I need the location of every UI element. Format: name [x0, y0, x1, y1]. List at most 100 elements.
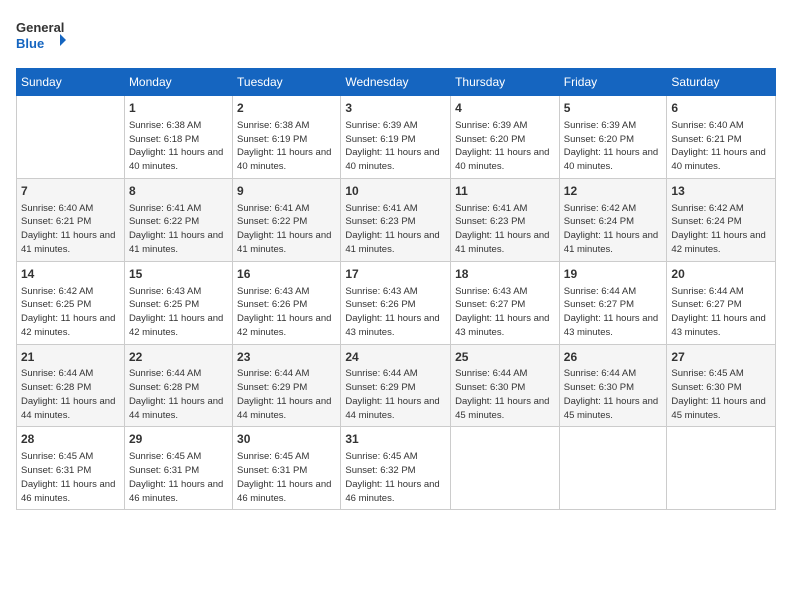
- weekday-header-row: SundayMondayTuesdayWednesdayThursdayFrid…: [17, 69, 776, 96]
- weekday-header-saturday: Saturday: [667, 69, 776, 96]
- day-number: 20: [671, 266, 771, 283]
- day-number: 21: [21, 349, 120, 366]
- day-info: Sunrise: 6:43 AMSunset: 6:26 PMDaylight:…: [237, 285, 336, 340]
- day-number: 16: [237, 266, 336, 283]
- day-number: 19: [564, 266, 663, 283]
- day-number: 1: [129, 100, 228, 117]
- day-info: Sunrise: 6:39 AMSunset: 6:19 PMDaylight:…: [345, 119, 446, 174]
- day-number: 24: [345, 349, 446, 366]
- calendar-cell: 20 Sunrise: 6:44 AMSunset: 6:27 PMDayligh…: [667, 261, 776, 344]
- calendar-cell: [451, 427, 560, 510]
- week-row-4: 21Sunrise: 6:44 AMSunset: 6:28 PMDayligh…: [17, 344, 776, 427]
- calendar-container: General Blue SundayMondayTuesdayWednesda…: [0, 0, 792, 612]
- calendar-cell: 17 Sunrise: 6:43 AMSunset: 6:26 PMDayligh…: [341, 261, 451, 344]
- day-info: Sunrise: 6:41 AMSunset: 6:22 PMDaylight:…: [129, 202, 228, 257]
- calendar-cell: 12 Sunrise: 6:42 AMSunset: 6:24 PMDayligh…: [559, 178, 667, 261]
- day-number: 14: [21, 266, 120, 283]
- day-info: Sunrise: 6:38 AMSunset: 6:18 PMDaylight:…: [129, 119, 228, 174]
- calendar-cell: 15 Sunrise: 6:43 AMSunset: 6:25 PMDayligh…: [124, 261, 232, 344]
- day-number: 5: [564, 100, 663, 117]
- day-info: Sunrise: 6:44 AMSunset: 6:29 PMDaylight:…: [237, 367, 336, 422]
- calendar-cell: 28 Sunrise: 6:45 AMSunset: 6:31 PMDayligh…: [17, 427, 125, 510]
- day-info: Sunrise: 6:41 AMSunset: 6:22 PMDaylight:…: [237, 202, 336, 257]
- day-number: 13: [671, 183, 771, 200]
- calendar-cell: 1 Sunrise: 6:38 AMSunset: 6:18 PMDaylight…: [124, 96, 232, 179]
- svg-text:General: General: [16, 20, 64, 35]
- day-info: Sunrise: 6:41 AMSunset: 6:23 PMDaylight:…: [345, 202, 446, 257]
- day-number: 28: [21, 431, 120, 448]
- logo: General Blue: [16, 16, 66, 58]
- week-row-3: 14 Sunrise: 6:42 AMSunset: 6:25 PMDayligh…: [17, 261, 776, 344]
- day-info: Sunrise: 6:40 AMSunset: 6:21 PMDaylight:…: [671, 119, 771, 174]
- day-info: Sunrise: 6:45 AMSunset: 6:31 PMDaylight:…: [129, 450, 228, 505]
- calendar-cell: 19Sunrise: 6:44 AMSunset: 6:27 PMDayligh…: [559, 261, 667, 344]
- calendar-cell: 14 Sunrise: 6:42 AMSunset: 6:25 PMDayligh…: [17, 261, 125, 344]
- day-number: 17: [345, 266, 446, 283]
- calendar-cell: 23Sunrise: 6:44 AMSunset: 6:29 PMDayligh…: [233, 344, 341, 427]
- calendar-cell: 26Sunrise: 6:44 AMSunset: 6:30 PMDayligh…: [559, 344, 667, 427]
- day-info: Sunrise: 6:42 AMSunset: 6:24 PMDaylight:…: [564, 202, 663, 257]
- svg-text:Blue: Blue: [16, 36, 44, 51]
- day-info: Sunrise: 6:45 AMSunset: 6:31 PMDaylight:…: [21, 450, 120, 505]
- day-info: Sunrise: 6:44 AMSunset: 6:30 PMDaylight:…: [455, 367, 555, 422]
- week-row-2: 7 Sunrise: 6:40 AMSunset: 6:21 PMDaylight…: [17, 178, 776, 261]
- day-info: Sunrise: 6:43 AMSunset: 6:27 PMDaylight:…: [455, 285, 555, 340]
- calendar-cell: 2 Sunrise: 6:38 AMSunset: 6:19 PMDaylight…: [233, 96, 341, 179]
- weekday-header-monday: Monday: [124, 69, 232, 96]
- calendar-cell: [17, 96, 125, 179]
- day-number: 12: [564, 183, 663, 200]
- calendar-cell: 30Sunrise: 6:45 AMSunset: 6:31 PMDayligh…: [233, 427, 341, 510]
- day-info: Sunrise: 6:39 AMSunset: 6:20 PMDaylight:…: [455, 119, 555, 174]
- day-number: 30: [237, 431, 336, 448]
- calendar-cell: 29Sunrise: 6:45 AMSunset: 6:31 PMDayligh…: [124, 427, 232, 510]
- day-info: Sunrise: 6:43 AMSunset: 6:26 PMDaylight:…: [345, 285, 446, 340]
- day-number: 11: [455, 183, 555, 200]
- calendar-cell: 8 Sunrise: 6:41 AMSunset: 6:22 PMDaylight…: [124, 178, 232, 261]
- day-info: Sunrise: 6:39 AMSunset: 6:20 PMDaylight:…: [564, 119, 663, 174]
- day-info: Sunrise: 6:40 AMSunset: 6:21 PMDaylight:…: [21, 202, 120, 257]
- day-number: 10: [345, 183, 446, 200]
- day-number: 23: [237, 349, 336, 366]
- day-number: 6: [671, 100, 771, 117]
- calendar-cell: 27Sunrise: 6:45 AMSunset: 6:30 PMDayligh…: [667, 344, 776, 427]
- day-number: 8: [129, 183, 228, 200]
- calendar-cell: 22Sunrise: 6:44 AMSunset: 6:28 PMDayligh…: [124, 344, 232, 427]
- day-info: Sunrise: 6:44 AMSunset: 6:29 PMDaylight:…: [345, 367, 446, 422]
- calendar-cell: 13Sunrise: 6:42 AMSunset: 6:24 PMDayligh…: [667, 178, 776, 261]
- day-number: 15: [129, 266, 228, 283]
- day-info: Sunrise: 6:42 AMSunset: 6:25 PMDaylight:…: [21, 285, 120, 340]
- day-info: Sunrise: 6:43 AMSunset: 6:25 PMDaylight:…: [129, 285, 228, 340]
- day-number: 7: [21, 183, 120, 200]
- calendar-cell: 6 Sunrise: 6:40 AMSunset: 6:21 PMDaylight…: [667, 96, 776, 179]
- day-info: Sunrise: 6:41 AMSunset: 6:23 PMDaylight:…: [455, 202, 555, 257]
- day-number: 4: [455, 100, 555, 117]
- day-info: Sunrise: 6:45 AMSunset: 6:32 PMDaylight:…: [345, 450, 446, 505]
- calendar-cell: 24Sunrise: 6:44 AMSunset: 6:29 PMDayligh…: [341, 344, 451, 427]
- weekday-header-wednesday: Wednesday: [341, 69, 451, 96]
- calendar-table: SundayMondayTuesdayWednesdayThursdayFrid…: [16, 68, 776, 510]
- calendar-cell: 16 Sunrise: 6:43 AMSunset: 6:26 PMDayligh…: [233, 261, 341, 344]
- day-number: 22: [129, 349, 228, 366]
- day-number: 31: [345, 431, 446, 448]
- calendar-cell: 25Sunrise: 6:44 AMSunset: 6:30 PMDayligh…: [451, 344, 560, 427]
- day-info: Sunrise: 6:44 AMSunset: 6:27 PMDaylight:…: [671, 285, 771, 340]
- calendar-cell: 5 Sunrise: 6:39 AMSunset: 6:20 PMDaylight…: [559, 96, 667, 179]
- calendar-cell: 10 Sunrise: 6:41 AMSunset: 6:23 PMDayligh…: [341, 178, 451, 261]
- logo-svg: General Blue: [16, 16, 66, 58]
- day-info: Sunrise: 6:45 AMSunset: 6:30 PMDaylight:…: [671, 367, 771, 422]
- day-number: 27: [671, 349, 771, 366]
- calendar-cell: [559, 427, 667, 510]
- weekday-header-thursday: Thursday: [451, 69, 560, 96]
- calendar-cell: 18Sunrise: 6:43 AMSunset: 6:27 PMDayligh…: [451, 261, 560, 344]
- calendar-body: 1 Sunrise: 6:38 AMSunset: 6:18 PMDaylight…: [17, 96, 776, 510]
- day-number: 9: [237, 183, 336, 200]
- weekday-header-friday: Friday: [559, 69, 667, 96]
- calendar-cell: 3Sunrise: 6:39 AMSunset: 6:19 PMDaylight…: [341, 96, 451, 179]
- week-row-5: 28 Sunrise: 6:45 AMSunset: 6:31 PMDayligh…: [17, 427, 776, 510]
- calendar-cell: 7 Sunrise: 6:40 AMSunset: 6:21 PMDaylight…: [17, 178, 125, 261]
- day-info: Sunrise: 6:44 AMSunset: 6:30 PMDaylight:…: [564, 367, 663, 422]
- day-info: Sunrise: 6:38 AMSunset: 6:19 PMDaylight:…: [237, 119, 336, 174]
- header: General Blue: [16, 16, 776, 58]
- day-number: 2: [237, 100, 336, 117]
- week-row-1: 1 Sunrise: 6:38 AMSunset: 6:18 PMDaylight…: [17, 96, 776, 179]
